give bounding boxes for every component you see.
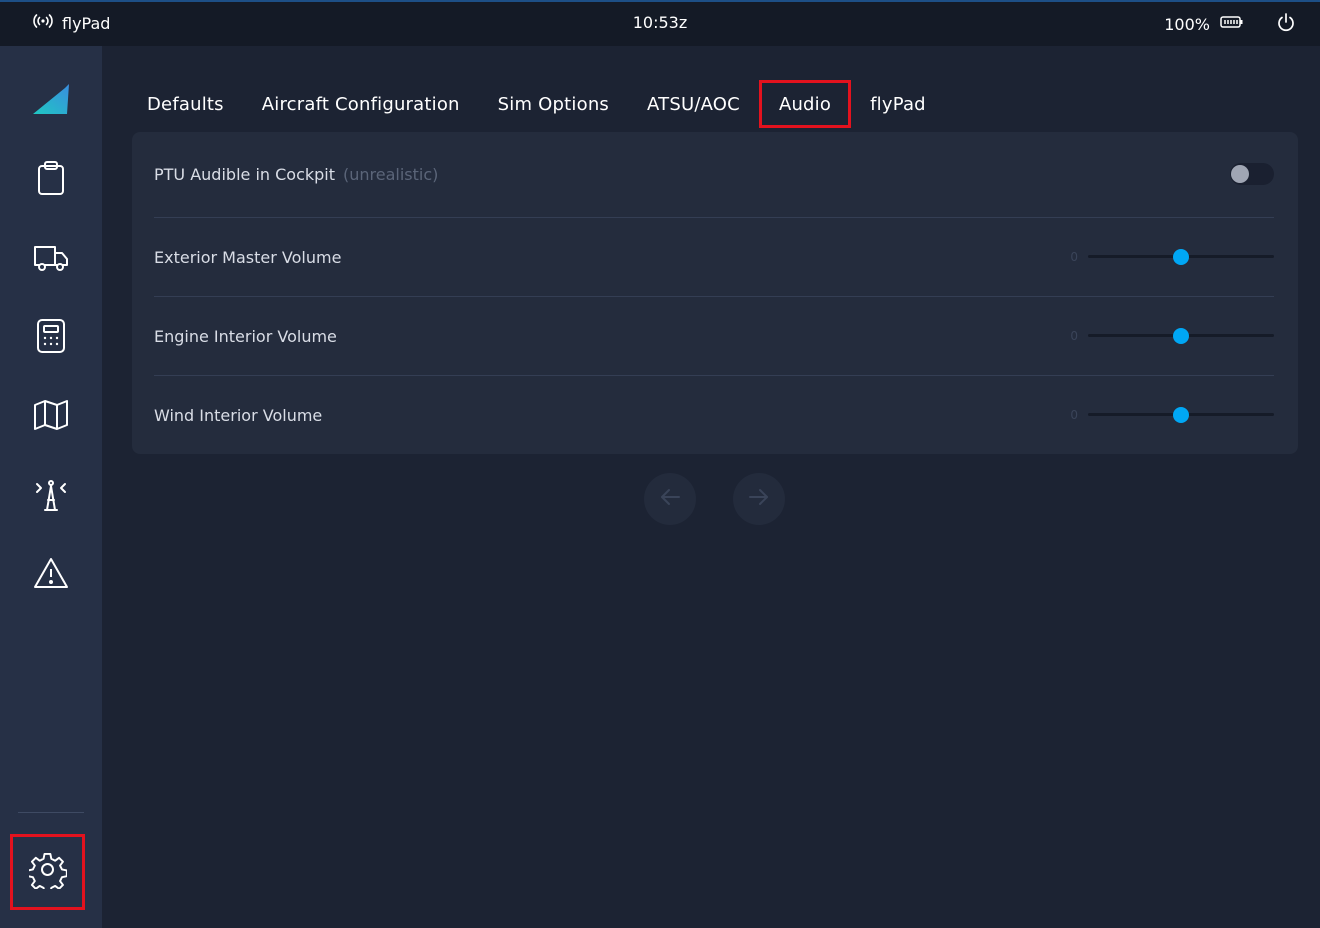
sidebar-item-ground[interactable] bbox=[26, 234, 76, 284]
tab-sim-options[interactable]: Sim Options bbox=[479, 80, 628, 128]
tab-flypad[interactable]: flyPad bbox=[851, 80, 945, 128]
row-divider bbox=[154, 296, 1274, 297]
calculator-icon bbox=[35, 318, 67, 358]
sidebar-divider bbox=[18, 812, 84, 813]
audio-settings-panel: PTU Audible in Cockpit (unrealistic) Ext… bbox=[132, 132, 1298, 454]
slider-thumb[interactable] bbox=[1173, 407, 1189, 423]
arrow-left-icon bbox=[659, 488, 681, 510]
ptu-audible-note: (unrealistic) bbox=[343, 164, 439, 184]
power-icon[interactable] bbox=[1276, 12, 1296, 36]
arrow-right-icon bbox=[748, 488, 770, 510]
slider-thumb[interactable] bbox=[1173, 328, 1189, 344]
sidebar-item-atc[interactable] bbox=[26, 471, 76, 521]
engine-interior-volume-row: Engine Interior Volume 0 bbox=[154, 324, 1274, 348]
clipboard-icon bbox=[35, 160, 67, 200]
tab-atsu-aoc[interactable]: ATSU/AOC bbox=[628, 80, 759, 128]
ptu-audible-toggle[interactable] bbox=[1230, 163, 1274, 185]
ptu-audible-row: PTU Audible in Cockpit (unrealistic) bbox=[154, 162, 1274, 186]
slider-min-label: 0 bbox=[1070, 408, 1078, 422]
toggle-knob bbox=[1231, 165, 1249, 183]
sidebar-logo bbox=[26, 76, 76, 126]
gear-icon bbox=[26, 851, 68, 894]
status-left: flyPad bbox=[32, 13, 110, 33]
broadcast-tower-icon bbox=[33, 476, 69, 516]
exterior-master-volume-slider[interactable] bbox=[1088, 248, 1274, 266]
previous-page-button[interactable] bbox=[644, 473, 696, 525]
sidebar-item-navigation[interactable] bbox=[26, 392, 76, 442]
engine-interior-volume-slider[interactable] bbox=[1088, 327, 1274, 345]
wind-interior-volume-slider[interactable] bbox=[1088, 406, 1274, 424]
status-right: 100% bbox=[1164, 12, 1296, 36]
sidebar-item-failures[interactable] bbox=[26, 550, 76, 600]
battery-percent: 100% bbox=[1164, 14, 1210, 34]
row-divider bbox=[154, 217, 1274, 218]
sidebar-item-settings[interactable] bbox=[10, 834, 85, 910]
tab-defaults[interactable]: Defaults bbox=[128, 80, 243, 128]
flybywire-logo-icon bbox=[31, 82, 71, 120]
wifi-icon bbox=[32, 13, 54, 33]
tab-audio[interactable]: Audio bbox=[758, 80, 852, 128]
wind-interior-volume-row: Wind Interior Volume 0 bbox=[154, 403, 1274, 427]
tab-aircraft-configuration[interactable]: Aircraft Configuration bbox=[243, 80, 479, 128]
sidebar-item-dispatch[interactable] bbox=[26, 155, 76, 205]
clock: 10:53z bbox=[632, 13, 688, 32]
status-bar: flyPad 10:53z 100% bbox=[0, 0, 1320, 46]
slider-min-label: 0 bbox=[1070, 250, 1078, 264]
ptu-audible-label: PTU Audible in Cockpit bbox=[154, 164, 336, 184]
sidebar bbox=[0, 46, 102, 928]
exterior-master-volume-row: Exterior Master Volume 0 bbox=[154, 245, 1274, 269]
app-name: flyPad bbox=[62, 13, 111, 33]
row-divider bbox=[154, 375, 1274, 376]
slider-min-label: 0 bbox=[1070, 329, 1078, 343]
warning-icon bbox=[33, 556, 69, 594]
engine-interior-volume-label: Engine Interior Volume bbox=[154, 326, 337, 346]
map-icon bbox=[33, 399, 69, 435]
battery-icon bbox=[1220, 14, 1244, 34]
next-page-button[interactable] bbox=[733, 473, 785, 525]
sidebar-item-performance[interactable] bbox=[26, 313, 76, 363]
truck-icon bbox=[33, 241, 69, 277]
settings-tabs: Defaults Aircraft Configuration Sim Opti… bbox=[128, 80, 945, 128]
exterior-master-volume-label: Exterior Master Volume bbox=[154, 247, 342, 267]
slider-thumb[interactable] bbox=[1173, 249, 1189, 265]
wind-interior-volume-label: Wind Interior Volume bbox=[154, 405, 323, 425]
